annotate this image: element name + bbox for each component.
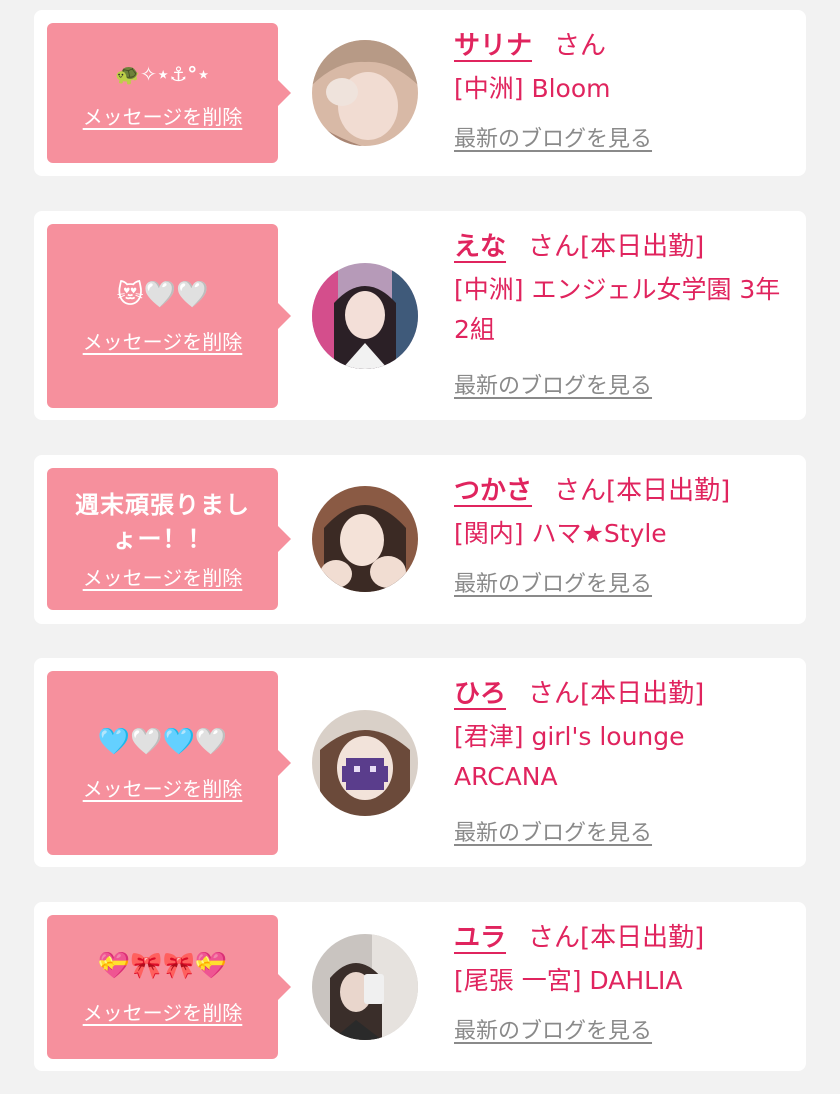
avatar[interactable]	[312, 263, 418, 369]
favorite-card: 🐢✧⋆⚓︎°⋆ メッセージを削除 サリナ さん [中洲] Bloom 最新のブログ…	[34, 10, 806, 176]
latest-blog-link[interactable]: 最新のブログを見る	[454, 368, 652, 400]
favorite-card: 週末頑張りましょー！！ メッセージを削除 つかさ さん[本日出勤] [関内] ハマ…	[34, 455, 806, 624]
message-bubble: 週末頑張りましょー！！ メッセージを削除	[47, 468, 291, 610]
work-status: [本日出勤]	[580, 923, 705, 953]
girl-info: ユラ さん[本日出勤] [尾張 一宮] DAHLIA 最新のブログを見る	[454, 918, 792, 1045]
work-status: [本日出勤]	[606, 476, 731, 506]
favorite-card: 😻🤍🤍 メッセージを削除 えな さん[本日出勤] [中洲] エンジェル女学園 3年…	[34, 211, 806, 420]
honorific: さん	[528, 679, 581, 709]
shop-name: [中洲] Bloom	[454, 74, 611, 103]
favorite-card: 🩵🤍🩵🤍 メッセージを削除 ひろ さん[本日出勤] [君津] girl's lou…	[34, 658, 806, 867]
avatar[interactable]	[312, 40, 418, 146]
girl-name-link[interactable]: つかさ	[454, 476, 532, 506]
shop-name: [尾張 一宮] DAHLIA	[454, 966, 683, 995]
message-bubble: 💝🎀🎀💝 メッセージを削除	[47, 915, 291, 1059]
girl-name-link[interactable]: ユラ	[454, 923, 506, 953]
avatar-photo-icon	[312, 40, 418, 146]
latest-blog-link[interactable]: 最新のブログを見る	[454, 815, 652, 847]
avatar-photo-icon	[312, 934, 418, 1040]
name-row: えな さん[本日出勤]	[454, 227, 792, 267]
girl-info: ひろ さん[本日出勤] [君津] girl's lounge ARCANA 最新の…	[454, 674, 792, 847]
avatar[interactable]	[312, 710, 418, 816]
message-bubble: 🩵🤍🩵🤍 メッセージを削除	[47, 671, 291, 855]
name-row: ユラ さん[本日出勤]	[454, 918, 792, 958]
girl-info: つかさ さん[本日出勤] [関内] ハマ★Style 最新のブログを見る	[454, 471, 792, 598]
honorific: さん	[528, 923, 581, 953]
shop-name: [君津] girl's lounge ARCANA	[454, 722, 685, 791]
favorite-card: 💝🎀🎀💝 メッセージを削除 ユラ さん[本日出勤] [尾張 一宮] DAHLIA …	[34, 902, 806, 1071]
latest-blog-link[interactable]: 最新のブログを見る	[454, 1013, 652, 1045]
girl-name-link[interactable]: サリナ	[454, 31, 532, 61]
message-text: 💝🎀🎀💝	[97, 950, 228, 981]
name-row: ひろ さん[本日出勤]	[454, 674, 792, 714]
girl-name-link[interactable]: えな	[454, 232, 506, 262]
honorific: さん	[528, 232, 581, 262]
delete-message-link[interactable]: メッセージを削除	[83, 562, 243, 591]
girl-name-link[interactable]: ひろ	[454, 679, 506, 709]
work-status: [本日出勤]	[580, 679, 705, 709]
latest-blog-link[interactable]: 最新のブログを見る	[454, 566, 652, 598]
avatar-photo-icon	[312, 710, 418, 816]
avatar-photo-icon	[312, 486, 418, 592]
message-bubble: 😻🤍🤍 メッセージを削除	[47, 224, 291, 408]
delete-message-link[interactable]: メッセージを削除	[83, 773, 243, 802]
honorific: さん	[554, 476, 607, 506]
honorific: さん	[554, 31, 607, 61]
shop-name: [中洲] エンジェル女学園 3年2組	[454, 275, 781, 344]
name-row: つかさ さん[本日出勤]	[454, 471, 792, 511]
girl-info: えな さん[本日出勤] [中洲] エンジェル女学園 3年2組 最新のブログを見る	[454, 227, 792, 400]
avatar-photo-icon	[312, 263, 418, 369]
avatar[interactable]	[312, 934, 418, 1040]
message-text: 🐢✧⋆⚓︎°⋆	[115, 61, 210, 86]
delete-message-link[interactable]: メッセージを削除	[83, 997, 243, 1026]
avatar[interactable]	[312, 486, 418, 592]
work-status: [本日出勤]	[580, 232, 705, 262]
shop-name: [関内] ハマ★Style	[454, 519, 667, 548]
delete-message-link[interactable]: メッセージを削除	[83, 326, 243, 355]
message-text: 😻🤍🤍	[116, 279, 209, 310]
message-text: 🩵🤍🩵🤍	[97, 726, 228, 757]
message-bubble: 🐢✧⋆⚓︎°⋆ メッセージを削除	[47, 23, 291, 163]
latest-blog-link[interactable]: 最新のブログを見る	[454, 121, 652, 153]
message-text: 週末頑張りましょー！！	[75, 490, 250, 553]
delete-message-link[interactable]: メッセージを削除	[83, 101, 243, 130]
name-row: サリナ さん	[454, 26, 792, 66]
girl-info: サリナ さん [中洲] Bloom 最新のブログを見る	[454, 26, 792, 153]
